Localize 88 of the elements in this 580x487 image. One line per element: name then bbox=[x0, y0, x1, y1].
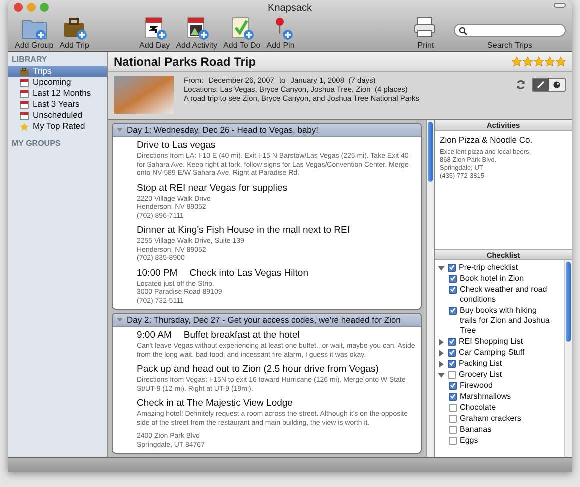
toolbar-button[interactable]: Print bbox=[412, 15, 440, 50]
checkbox[interactable] bbox=[448, 264, 456, 272]
trip-photo-placeholder bbox=[114, 76, 174, 114]
toolbar-button[interactable]: Add To Do bbox=[222, 15, 262, 50]
close-button[interactable] bbox=[14, 2, 23, 12]
day-header[interactable]: Day 1: Wednesday, Dec 26 - Head to Vegas, baby! bbox=[113, 124, 421, 137]
checkbox[interactable] bbox=[449, 274, 457, 282]
sidebar-item[interactable]: My Top Rated bbox=[8, 121, 107, 132]
trip-title: National Parks Road Trip bbox=[114, 54, 256, 70]
checkbox[interactable] bbox=[449, 436, 457, 444]
checklist-item: Chocolate bbox=[460, 402, 498, 412]
checkbox[interactable] bbox=[448, 348, 456, 356]
sidebar-item[interactable]: Last 12 Months bbox=[8, 88, 107, 99]
activity-title[interactable]: Drive to Las vegas bbox=[137, 140, 216, 152]
checklist-item: Pre-trip checklist bbox=[459, 262, 520, 272]
checklist-item: Firewood bbox=[460, 380, 494, 390]
activity-title[interactable]: Check into Las Vegas Hilton bbox=[190, 268, 308, 280]
toolbar-button[interactable]: Add Day bbox=[138, 15, 172, 50]
checklist-item: Buy books with hiking trails for Zion and Joshua Tree bbox=[460, 306, 550, 336]
toolbar-button[interactable]: Add Group bbox=[14, 15, 55, 50]
checklist-item: Grocery List bbox=[459, 370, 504, 380]
star-icon[interactable] bbox=[545, 56, 555, 66]
refresh-icon[interactable] bbox=[516, 80, 526, 90]
search-icon bbox=[459, 26, 467, 34]
day-header[interactable]: Day 2: Thursday, Dec 27 - Get your access codes, we're headed for Zion bbox=[113, 314, 421, 327]
toolbar-toggle-button[interactable] bbox=[554, 3, 566, 8]
checkbox[interactable] bbox=[449, 414, 457, 422]
checkbox[interactable] bbox=[449, 404, 457, 412]
pencil-icon bbox=[537, 81, 545, 89]
activity-time: 10:00 PM bbox=[137, 268, 178, 280]
view-mode-button[interactable] bbox=[549, 79, 565, 91]
activity-title[interactable]: Pack up and head out to Zion (2.5 hour drive from Vegas) bbox=[137, 364, 379, 376]
disclosure-triangle-icon[interactable] bbox=[438, 338, 445, 346]
checkbox[interactable] bbox=[448, 338, 456, 346]
activity-title[interactable]: Check in at The Majestic View Lodge bbox=[137, 398, 293, 410]
search-field[interactable] bbox=[454, 24, 566, 37]
checkmark-icon bbox=[450, 307, 456, 314]
checkbox[interactable] bbox=[449, 306, 457, 314]
activity-title[interactable]: Buffet breakfast at the hotel bbox=[184, 330, 300, 342]
disclosure-triangle-icon[interactable] bbox=[438, 372, 445, 378]
scrollbar[interactable] bbox=[426, 120, 434, 457]
rating-stars[interactable] bbox=[512, 56, 566, 66]
checkbox[interactable] bbox=[448, 370, 456, 378]
star-icon[interactable] bbox=[534, 56, 544, 66]
toolbar-button[interactable]: Add Activity bbox=[175, 15, 219, 50]
star-icon[interactable] bbox=[512, 56, 522, 66]
checklist-item: Bananas bbox=[460, 424, 493, 434]
calendar-icon bbox=[20, 90, 29, 98]
calendar-icon bbox=[20, 112, 29, 120]
sidebar-item[interactable]: Upcoming bbox=[8, 77, 107, 88]
view-mode-button[interactable] bbox=[533, 79, 549, 91]
checklist-item: Graham crackers bbox=[460, 414, 522, 424]
star-icon bbox=[20, 122, 29, 130]
disclosure-triangle-icon[interactable] bbox=[438, 350, 445, 356]
checkbox[interactable] bbox=[449, 426, 457, 434]
checklist-item: Eggs bbox=[460, 436, 480, 446]
section-heading: MY GROUPS bbox=[11, 138, 62, 150]
toolbar-button[interactable]: Add Trip bbox=[58, 15, 90, 50]
calendar-icon bbox=[20, 78, 29, 86]
checkbox[interactable] bbox=[449, 382, 457, 390]
checklist-item: REI Shopping List bbox=[459, 336, 524, 346]
checklist-item: Book hotel in Zion bbox=[460, 274, 526, 284]
checkbox[interactable] bbox=[449, 392, 457, 400]
section-heading: LIBRARY bbox=[11, 54, 48, 66]
star-icon[interactable] bbox=[556, 56, 566, 66]
checklist-item: Marshmallows bbox=[460, 392, 512, 402]
checkbox[interactable] bbox=[449, 286, 457, 294]
activity-title[interactable]: Stop at REI near Vegas for supplies bbox=[137, 182, 288, 194]
activity-title[interactable]: Zion Pizza & Noodle Co. bbox=[440, 134, 567, 147]
checklist-item: Check weather and road conditions bbox=[460, 284, 548, 304]
calendar-icon bbox=[20, 100, 29, 108]
checklist-item: Packing List bbox=[459, 358, 504, 368]
suitcase-plus-icon bbox=[62, 15, 88, 41]
search-label: Search Trips bbox=[488, 41, 532, 50]
activity-time: 9:00 AM bbox=[137, 330, 172, 342]
checklist-item: Car Camping Stuff bbox=[459, 348, 526, 358]
suitcase-icon bbox=[20, 68, 29, 76]
activity-title[interactable]: Dinner at King's Fish House in the mall next to REI bbox=[137, 225, 350, 237]
lens-icon bbox=[553, 81, 561, 89]
disclosure-triangle-icon[interactable] bbox=[438, 360, 445, 368]
sidebar-item[interactable]: Unscheduled bbox=[8, 110, 107, 121]
disclosure-triangle-icon[interactable] bbox=[438, 264, 445, 272]
scrollbar[interactable] bbox=[564, 260, 572, 457]
window-title: Knapsack bbox=[268, 2, 312, 16]
checkbox[interactable] bbox=[448, 360, 456, 368]
sidebar-item[interactable]: Last 3 Years bbox=[8, 99, 107, 110]
toolbar-button[interactable]: Add Pin bbox=[266, 15, 296, 50]
star-icon[interactable] bbox=[523, 56, 533, 66]
